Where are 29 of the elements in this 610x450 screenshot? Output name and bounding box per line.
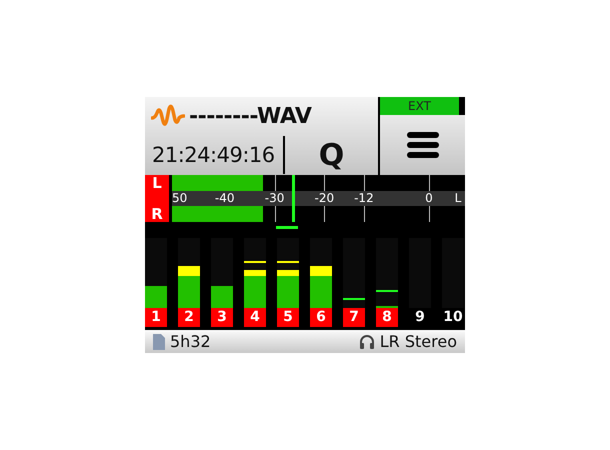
scale-label: -20 — [314, 191, 334, 206]
scale-label: L — [454, 191, 462, 206]
scale-label: 0 — [425, 191, 433, 206]
track-number: 9 — [414, 308, 426, 327]
track-number: 8 — [376, 308, 398, 327]
scale-label: -12 — [354, 191, 374, 206]
track-number: 10 — [442, 308, 464, 327]
track-number: 4 — [244, 308, 266, 327]
scale-label: -40 — [214, 191, 235, 206]
threshold-marker — [276, 226, 298, 229]
file-name: --------WAV — [189, 104, 312, 128]
quick-button[interactable]: Q — [285, 136, 378, 174]
scale-label: -30 — [264, 191, 284, 206]
waveform-icon — [151, 103, 185, 129]
track-number: 6 — [310, 308, 332, 327]
track-number: 1 — [145, 308, 167, 327]
file-icon — [153, 334, 165, 350]
remaining-time: 5h32 — [170, 332, 211, 351]
scale-label: 50 — [172, 191, 188, 206]
channel-label: L — [152, 175, 162, 191]
channel-label: R — [151, 206, 163, 222]
headphones-icon — [358, 334, 375, 350]
track-number: 5 — [277, 308, 299, 327]
track-number: 3 — [211, 308, 233, 327]
menu-icon — [406, 131, 440, 159]
sync-badge: EXT — [380, 97, 465, 115]
track-number: 2 — [178, 308, 200, 327]
track-number: 7 — [343, 308, 365, 327]
monitor-mode: LR Stereo — [380, 332, 457, 351]
